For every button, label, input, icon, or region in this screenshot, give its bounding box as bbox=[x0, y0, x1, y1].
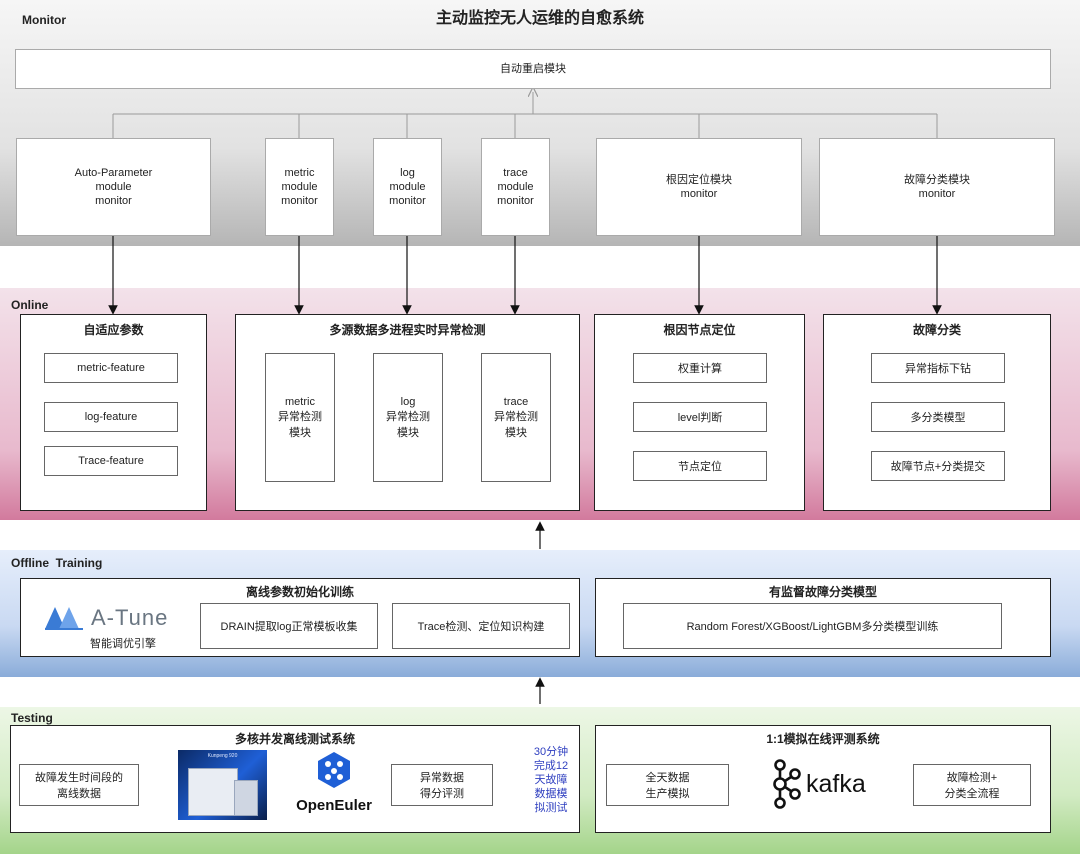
fault-period-data-box: 故障发生时间段的 离线数据 bbox=[19, 764, 139, 806]
monitor-trace: trace module monitor bbox=[481, 138, 550, 236]
root-cause-panel: 根因节点定位 权重计算 level判断 节点定位 bbox=[594, 314, 805, 511]
monitor-fault-classification: 故障分类模块 monitor bbox=[819, 138, 1055, 236]
offline-init-panel: 离线参数初始化训练 A-Tune 智能调优引擎 DRAIN提取log正常模板收集… bbox=[20, 578, 580, 657]
root-cause-title: 根因节点定位 bbox=[663, 322, 736, 337]
anomaly-score-box: 异常数据 得分评测 bbox=[391, 764, 493, 806]
fullday-sim-box: 全天数据 生产模拟 bbox=[606, 764, 729, 806]
atune-caption: 智能调优引擎 bbox=[90, 638, 156, 650]
monitor-log: log module monitor bbox=[373, 138, 442, 236]
openeuler-mark-icon bbox=[318, 752, 350, 788]
supervised-model-title: 有监督故障分类模型 bbox=[768, 584, 877, 599]
multisource-detection-panel: 多源数据多进程实时异常检测 metric 异常检测 模块 log 异常检测 模块… bbox=[235, 314, 580, 511]
openeuler-text: OpenEuler bbox=[296, 797, 372, 814]
kafka-text: kafka bbox=[806, 769, 866, 798]
kunpeng-server-label: Kunpeng 920 bbox=[207, 753, 238, 759]
main-title: 主动监控无人运维的自愈系统 bbox=[435, 10, 644, 27]
level-judge-box: level判断 bbox=[633, 402, 767, 432]
fault-class-panel: 故障分类 异常指标下钻 多分类模型 故障节点+分类提交 bbox=[823, 314, 1051, 511]
kunpeng-server-image: Kunpeng 920 bbox=[178, 750, 267, 820]
online-eval-title: 1:1模拟在线评测系统 bbox=[766, 731, 880, 746]
log-detection-module: log 异常检测 模块 bbox=[373, 353, 443, 482]
log-feature-box: log-feature bbox=[44, 402, 178, 432]
detect-classify-flow-box: 故障检测+ 分类全流程 bbox=[913, 764, 1031, 806]
trace-knowledge-box: Trace检测、定位知识构建 bbox=[392, 603, 570, 649]
drain-box: DRAIN提取log正常模板收集 bbox=[200, 603, 378, 649]
openeuler-logo: OpenEuler bbox=[293, 750, 375, 820]
offline-test-panel: 多核并发离线测试系统 故障发生时间段的 离线数据 Kunpeng 920 Ope… bbox=[10, 725, 580, 833]
trace-feature-box: Trace-feature bbox=[44, 446, 178, 476]
kafka-mark-icon bbox=[773, 759, 801, 809]
trace-detection-module: trace 异常检测 模块 bbox=[481, 353, 551, 482]
monitor-auto-parameter: Auto-Parameter module monitor bbox=[16, 138, 211, 236]
node-locate-box: 节点定位 bbox=[633, 451, 767, 481]
online-eval-panel: 1:1模拟在线评测系统 全天数据 生产模拟 kafka 故障检测+ 分类全流程 bbox=[595, 725, 1051, 833]
rf-xgb-lgbm-box: Random Forest/XGBoost/LightGBM多分类模型训练 bbox=[623, 603, 1002, 649]
atune-logo-text: A-Tune bbox=[91, 605, 169, 630]
weight-calc-box: 权重计算 bbox=[633, 353, 767, 383]
supervised-model-panel: 有监督故障分类模型 Random Forest/XGBoost/LightGBM… bbox=[595, 578, 1051, 657]
kafka-logo: kafka bbox=[770, 758, 880, 810]
restart-module-box: 自动重启模块 bbox=[15, 49, 1051, 89]
atune-logo: A-Tune bbox=[43, 603, 183, 633]
test-duration-note: 30分钟 完成12 天故障 数据模 拟测试 bbox=[533, 746, 569, 814]
metric-feature-box: metric-feature bbox=[44, 353, 178, 383]
adaptive-params-panel: 自适应参数 metric-feature log-feature Trace-f… bbox=[20, 314, 207, 511]
fault-node-submit-box: 故障节点+分类提交 bbox=[871, 451, 1005, 481]
atune-mark-icon bbox=[45, 607, 83, 630]
server-chassis bbox=[188, 768, 238, 816]
adaptive-params-title: 自适应参数 bbox=[83, 322, 144, 337]
fault-class-title: 故障分类 bbox=[912, 322, 961, 337]
monitor-metric: metric module monitor bbox=[265, 138, 334, 236]
multisource-detection-title: 多源数据多进程实时异常检测 bbox=[329, 322, 486, 337]
metric-detection-module: metric 异常检测 模块 bbox=[265, 353, 335, 482]
offline-test-title: 多核并发离线测试系统 bbox=[234, 731, 355, 746]
offline-init-title: 离线参数初始化训练 bbox=[245, 584, 354, 599]
anomaly-drilldown-box: 异常指标下钻 bbox=[871, 353, 1005, 383]
multiclass-model-box: 多分类模型 bbox=[871, 402, 1005, 432]
server-chassis-2 bbox=[234, 780, 258, 816]
monitor-root-cause: 根因定位模块 monitor bbox=[596, 138, 802, 236]
